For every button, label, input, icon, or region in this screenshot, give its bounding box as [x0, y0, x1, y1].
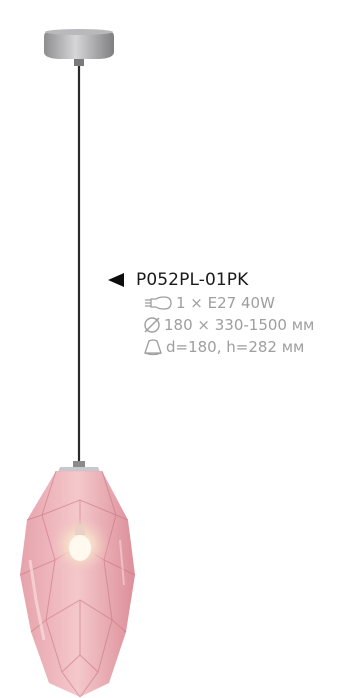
dimensions-spec-row: 180 × 330-1500 мм — [143, 314, 353, 336]
left-triangle-pointer-icon — [108, 273, 124, 287]
model-code: P052PL-01PK — [136, 270, 249, 290]
light-bulb — [50, 515, 110, 575]
product-spec-block: P052PL-01PK 1 × E27 40W 180 × 330-1500 м… — [108, 268, 353, 358]
dimensions-spec: 180 × 330-1500 мм — [164, 316, 315, 334]
diameter-icon — [144, 317, 160, 333]
ceiling-canopy — [44, 29, 114, 66]
model-row: P052PL-01PK — [108, 268, 353, 292]
shade-spec: d=180, h=282 мм — [166, 338, 305, 356]
shade-spec-row: d=180, h=282 мм — [143, 336, 353, 358]
bulb-spec-row: 1 × E27 40W — [143, 292, 353, 314]
lampshade-icon — [144, 339, 162, 356]
bulb-spec: 1 × E27 40W — [176, 294, 275, 312]
socket-cap — [58, 461, 100, 472]
bulb-icon — [145, 296, 172, 310]
glass-shade — [19, 470, 136, 698]
